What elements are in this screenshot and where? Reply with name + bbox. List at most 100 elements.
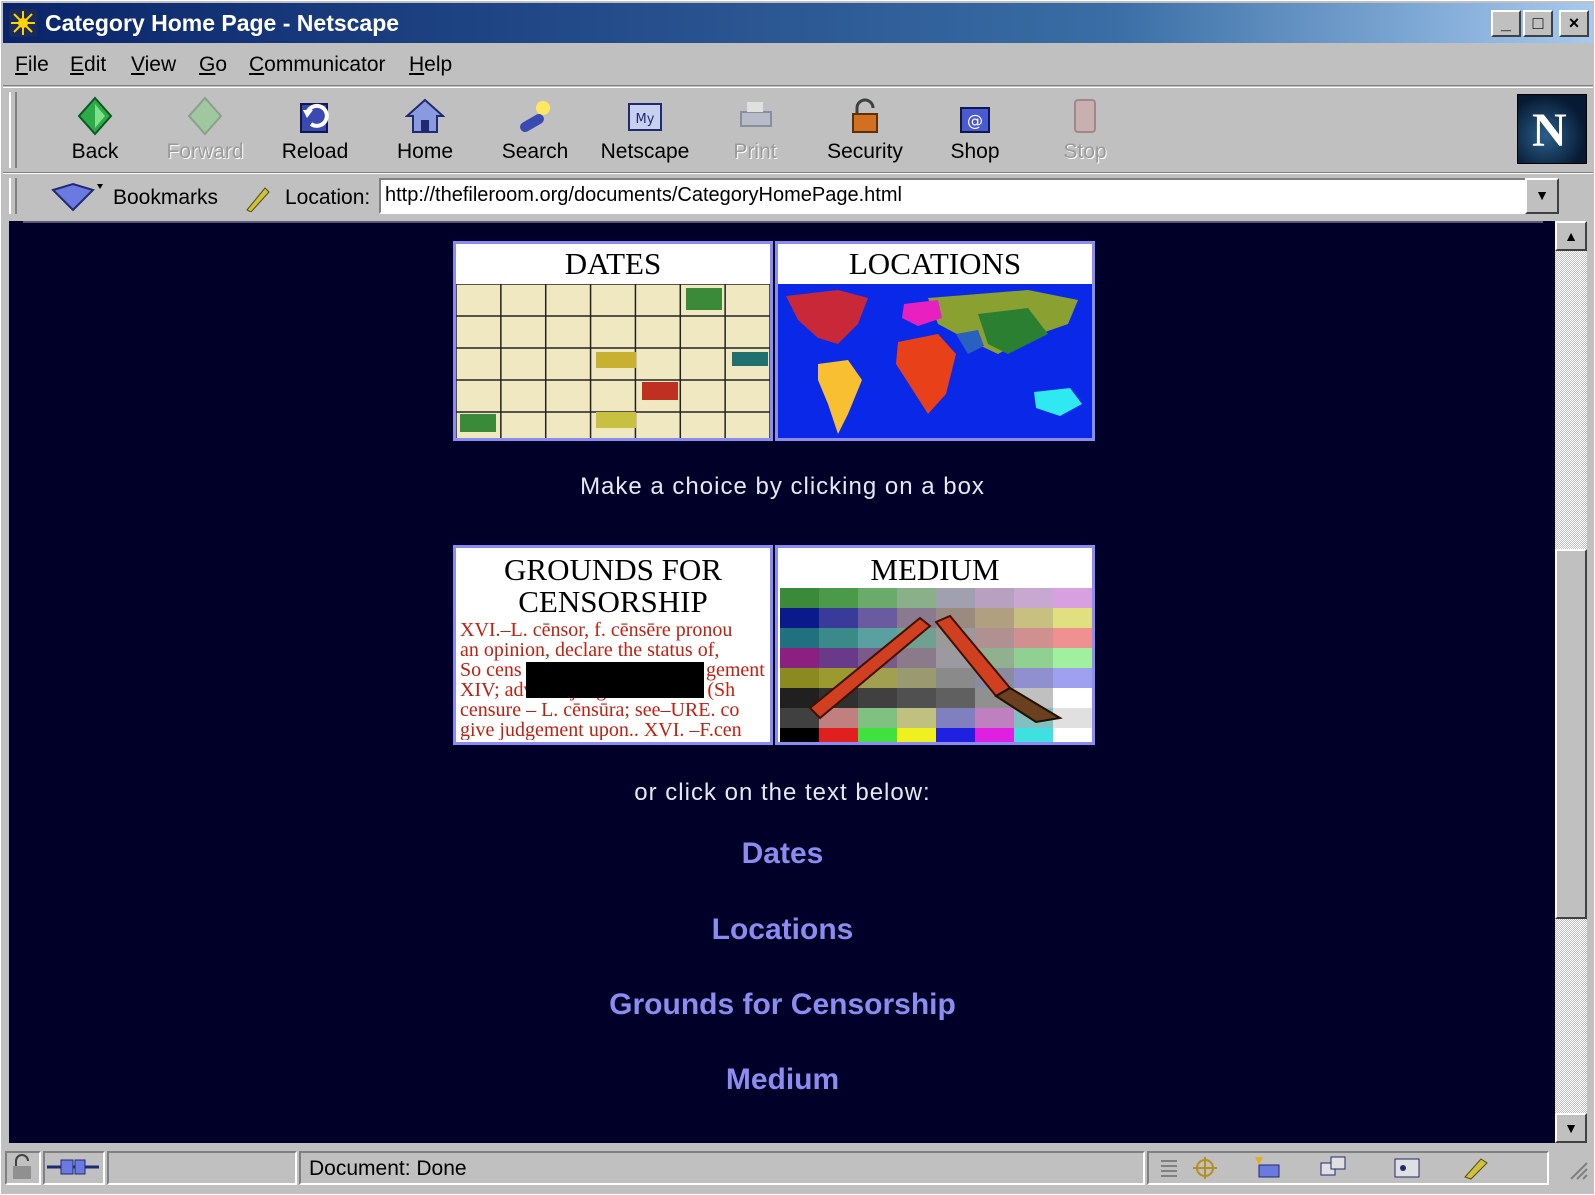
progress-panel (107, 1151, 297, 1185)
minimize-icon: _ (1500, 13, 1511, 33)
menu-edit[interactable]: Edit (70, 53, 106, 77)
palette-swatch (1014, 728, 1053, 742)
mail-icon[interactable] (1253, 1155, 1281, 1181)
palette-swatch (897, 708, 936, 728)
link-locations[interactable]: Locations (9, 913, 1556, 947)
palette-swatch (780, 608, 819, 628)
palette-swatch (1053, 728, 1092, 742)
palette-swatch (897, 648, 936, 668)
link-grounds-for-censorship[interactable]: Grounds for Censorship (9, 988, 1556, 1022)
menu-help[interactable]: Help (409, 53, 452, 77)
palette-swatch (780, 668, 819, 688)
resize-grip-icon[interactable] (1565, 1157, 1589, 1181)
palette-swatch (1014, 608, 1053, 628)
security-lock-icon (852, 98, 878, 133)
palette-swatch (858, 688, 897, 708)
menu-bar: File Edit View Go Communicator Help (3, 47, 1593, 86)
svg-text:@: @ (967, 111, 983, 130)
netscape-logo[interactable]: N (1517, 94, 1587, 164)
back-button[interactable]: Back (43, 92, 147, 168)
content-divider (23, 221, 1543, 223)
reload-button[interactable]: Reload (263, 92, 367, 168)
scroll-down-button[interactable]: ▼ (1555, 1113, 1587, 1143)
status-bar: Document: Done (3, 1147, 1593, 1191)
url-dropdown-button[interactable]: ▼ (1525, 178, 1559, 214)
print-button[interactable]: Print (703, 92, 807, 168)
palette-swatch (975, 728, 1014, 742)
palette-swatch (858, 708, 897, 728)
page-proxy-icon[interactable] (241, 184, 271, 212)
chevron-down-icon: ▼ (1535, 187, 1549, 203)
palette-swatch (1053, 668, 1092, 688)
discussions-icon[interactable] (1319, 1155, 1347, 1181)
online-plug-icon (47, 1159, 99, 1175)
toolbar-grip[interactable] (9, 92, 17, 168)
shop-icon: @ (960, 107, 990, 133)
palette-swatch (780, 648, 819, 668)
world-map-image (778, 284, 1092, 438)
search-button[interactable]: Search (483, 92, 587, 168)
forward-arrow-icon (187, 96, 223, 136)
back-arrow-icon (77, 96, 113, 136)
menu-file[interactable]: File (15, 53, 49, 77)
palette-swatch (819, 628, 858, 648)
home-icon (405, 98, 445, 133)
connection-status-panel[interactable] (43, 1151, 105, 1185)
palette-swatch (858, 588, 897, 608)
vertical-scrollbar[interactable]: ▲ ▼ (1555, 221, 1587, 1143)
palette-swatch (975, 708, 1014, 728)
locations-image-link[interactable]: LOCATIONS (775, 241, 1095, 441)
palette-swatch (936, 588, 975, 608)
scroll-up-button[interactable]: ▲ (1555, 221, 1587, 251)
title-bar[interactable]: Category Home Page - Netscape _ □ × (3, 3, 1593, 43)
status-text: Document: Done (309, 1157, 467, 1180)
grounds-caption-line2: CENSORSHIP (518, 584, 708, 619)
palette-swatch (819, 608, 858, 628)
link-medium[interactable]: Medium (9, 1063, 1556, 1097)
medium-image-link[interactable]: MEDIUM (775, 545, 1095, 745)
grounds-image-link[interactable]: GROUNDS FOR CENSORSHIP XVI.–L. cēnsor, f… (453, 545, 773, 745)
menu-go[interactable]: Go (199, 53, 227, 77)
stop-button[interactable]: Stop (1033, 92, 1137, 168)
palette-swatch (1014, 668, 1053, 688)
netscape-app-icon[interactable] (9, 9, 37, 37)
menu-view[interactable]: View (131, 53, 176, 77)
navigation-toolbar: Back Forward Reload Home Search My Netsc… (3, 87, 1593, 173)
component-grip-icon (1161, 1160, 1177, 1177)
home-button[interactable]: Home (373, 92, 477, 168)
address-book-icon[interactable] (1393, 1155, 1421, 1181)
locations-caption: LOCATIONS (848, 246, 1022, 281)
composer-icon[interactable] (1461, 1155, 1489, 1181)
chevron-up-icon: ▲ (1564, 228, 1578, 244)
maximize-button[interactable]: □ (1523, 10, 1553, 37)
location-toolbar: Bookmarks Location: http://thefileroom.o… (3, 173, 1593, 220)
scroll-thumb[interactable] (1555, 549, 1587, 919)
link-dates[interactable]: Dates (9, 837, 1556, 871)
palette-swatch (936, 668, 975, 688)
menu-communicator[interactable]: Communicator (249, 53, 386, 77)
svg-text:My: My (636, 112, 655, 127)
location-label: Location: (285, 186, 371, 209)
netscape-button[interactable]: My Netscape (593, 92, 697, 168)
palette-swatch (975, 608, 1014, 628)
security-status-panel[interactable] (5, 1151, 41, 1185)
palette-swatch (897, 728, 936, 742)
dates-image-link[interactable]: DATES (453, 241, 773, 441)
palette-swatch (1053, 628, 1092, 648)
print-icon (740, 102, 772, 127)
security-button[interactable]: Security (813, 92, 917, 168)
shop-button[interactable]: @ Shop (923, 92, 1027, 168)
padlock-icon (13, 1154, 31, 1179)
palette-swatch (819, 648, 858, 668)
navigator-icon[interactable] (1191, 1155, 1219, 1181)
palette-swatch (975, 628, 1014, 648)
palette-swatch (1014, 628, 1053, 648)
palette-swatch (1053, 648, 1092, 668)
location-grip[interactable] (9, 178, 17, 214)
forward-button[interactable]: Forward (153, 92, 257, 168)
palette-swatch (1053, 608, 1092, 628)
minimize-button[interactable]: _ (1491, 10, 1521, 37)
close-button[interactable]: × (1559, 10, 1589, 37)
redaction-bar (526, 662, 704, 698)
url-input[interactable]: http://thefileroom.org/documents/Categor… (379, 178, 1529, 214)
